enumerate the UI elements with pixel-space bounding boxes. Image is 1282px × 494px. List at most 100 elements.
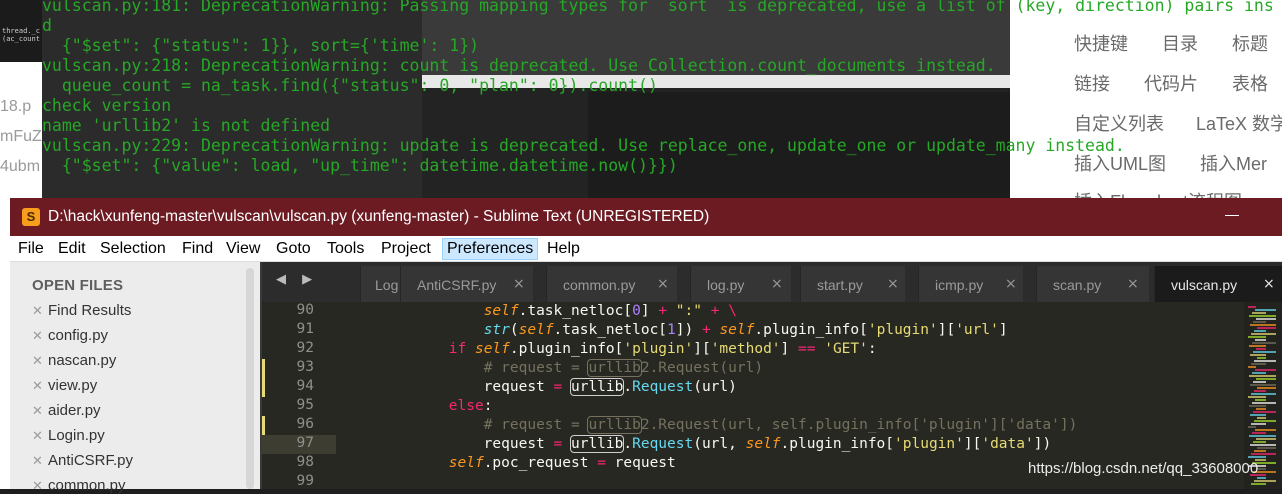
minimap-line bbox=[1248, 456, 1266, 458]
background-fragment: 18.p bbox=[0, 98, 32, 115]
minimap-line bbox=[1248, 426, 1256, 428]
menu-project[interactable]: Project bbox=[377, 239, 435, 259]
sublime-window: S D:\hack\xunfeng-master\vulscan\vulscan… bbox=[10, 198, 1282, 494]
minimap-line bbox=[1248, 306, 1256, 308]
console-line: d bbox=[42, 16, 52, 35]
close-icon[interactable]: ✕ bbox=[32, 303, 48, 319]
menu-selection[interactable]: Selection bbox=[96, 239, 170, 259]
background-fragment: mFuZ bbox=[0, 128, 42, 145]
menu-tools[interactable]: Tools bbox=[323, 239, 368, 259]
close-icon[interactable]: × bbox=[1005, 276, 1017, 292]
sidebar-file[interactable]: ✕ config.py bbox=[32, 327, 108, 344]
close-icon[interactable]: ✕ bbox=[32, 478, 48, 494]
minimap-line bbox=[1249, 405, 1266, 407]
menu-preferences[interactable]: Preferences bbox=[442, 238, 539, 260]
minimap-line bbox=[1251, 393, 1276, 395]
close-icon[interactable]: ✕ bbox=[32, 403, 48, 419]
menu-edit[interactable]: Edit bbox=[54, 239, 90, 259]
sidebar-file[interactable]: ✕ aider.py bbox=[32, 402, 101, 419]
sidebar-file[interactable]: ✕ view.py bbox=[32, 377, 97, 394]
tab-log-partial[interactable]: Log bbox=[360, 266, 401, 302]
line-number: 91 bbox=[296, 321, 314, 337]
minimap-line bbox=[1257, 327, 1276, 329]
tab-scan[interactable]: scan.py × bbox=[1036, 266, 1149, 302]
minimap-line bbox=[1251, 363, 1266, 365]
line-number: 99 bbox=[296, 473, 314, 489]
sidebar-file[interactable]: ✕ AntiCSRF.py bbox=[32, 452, 133, 469]
sidebar-file[interactable]: ✕ nascan.py bbox=[32, 352, 116, 369]
close-icon[interactable]: ✕ bbox=[32, 428, 48, 444]
window-title: D:\hack\xunfeng-master\vulscan\vulscan.p… bbox=[48, 208, 710, 225]
menu-file[interactable]: File bbox=[14, 239, 48, 259]
menu-find[interactable]: Find bbox=[178, 239, 217, 259]
close-icon[interactable]: × bbox=[1127, 276, 1139, 292]
minimap-line bbox=[1257, 387, 1276, 389]
console-line: name 'urllib2' is not defined bbox=[42, 116, 331, 135]
minimap-line bbox=[1250, 414, 1266, 416]
minimap-line bbox=[1256, 348, 1266, 350]
tab-vulscan[interactable]: vulscan.py × bbox=[1154, 266, 1282, 302]
sidebar-file[interactable]: ✕ Login.py bbox=[32, 427, 105, 444]
console-line: vulscan.py:229: DeprecationWarning: upda… bbox=[42, 136, 1125, 155]
close-icon[interactable]: × bbox=[513, 276, 525, 292]
minimap-line bbox=[1254, 480, 1276, 482]
console-line: {"$set": {"value": load, "up_time": date… bbox=[42, 156, 678, 175]
minimap-line bbox=[1251, 453, 1276, 455]
minimap-line bbox=[1254, 390, 1266, 392]
menu-bar: File Edit Selection Find View Goto Tools… bbox=[10, 236, 1282, 262]
menu-goto[interactable]: Goto bbox=[272, 239, 315, 259]
tab-start[interactable]: start.py × bbox=[800, 266, 905, 302]
modified-marker bbox=[262, 359, 265, 397]
line-number: 90 bbox=[296, 302, 314, 318]
console-line: vulscan.py:218: DeprecationWarning: coun… bbox=[42, 56, 996, 75]
menu-view[interactable]: View bbox=[222, 239, 264, 259]
minimap-line bbox=[1249, 315, 1276, 317]
line-number: 96 bbox=[296, 416, 314, 432]
minimap-line bbox=[1252, 372, 1266, 374]
close-icon[interactable]: ✕ bbox=[32, 378, 48, 394]
menu-help[interactable]: Help bbox=[543, 239, 584, 259]
minimap-line bbox=[1256, 438, 1276, 440]
minimap-line bbox=[1250, 444, 1276, 446]
line-number: 92 bbox=[296, 340, 314, 356]
sidebar-header: OPEN FILES bbox=[32, 277, 124, 294]
watermark: https://blog.csdn.net/qq_33608000 bbox=[1028, 460, 1259, 477]
code-line: else: bbox=[448, 398, 493, 414]
minimap-line bbox=[1248, 336, 1266, 338]
line-number: 98 bbox=[296, 454, 314, 470]
minimap-line bbox=[1257, 357, 1266, 359]
minimap-line bbox=[1249, 345, 1266, 347]
sidebar-file[interactable]: ✕ common.py bbox=[32, 477, 126, 494]
console-line: {"$set": {"status": 1}}, sort={'time': 1… bbox=[42, 36, 480, 55]
tab-anticsrf[interactable]: AntiCSRF.py × bbox=[400, 266, 533, 302]
code-line: str(self.task_netloc[1]) + self.plugin_i… bbox=[483, 322, 1008, 338]
close-icon[interactable]: ✕ bbox=[32, 453, 48, 469]
tab-nav-arrows-icon[interactable]: ◀ ▶ bbox=[276, 272, 318, 287]
minimap-line bbox=[1252, 312, 1266, 314]
minimap-line bbox=[1249, 435, 1276, 437]
title-bar[interactable]: S D:\hack\xunfeng-master\vulscan\vulscan… bbox=[10, 198, 1282, 236]
minimap-line bbox=[1253, 351, 1276, 353]
close-icon[interactable]: × bbox=[771, 276, 783, 292]
console-line: vulscan.py:181: DeprecationWarning: Pass… bbox=[42, 0, 1274, 15]
tab-common[interactable]: common.py × bbox=[546, 266, 677, 302]
background-thumb-text: thread._c (ac_count bbox=[2, 27, 40, 43]
minimap-line bbox=[1251, 483, 1266, 485]
close-icon[interactable]: × bbox=[1263, 276, 1275, 292]
line-gutter: 90 91 92 93 94 95 96 97 98 99 bbox=[262, 302, 336, 489]
close-icon[interactable]: × bbox=[887, 276, 899, 292]
minimize-icon[interactable] bbox=[1225, 215, 1239, 216]
tab-bar: ◀ ▶ Log AntiCSRF.py × common.py × log.py × … bbox=[262, 262, 1282, 302]
close-icon[interactable]: ✕ bbox=[32, 353, 48, 369]
tab-log[interactable]: log.py × bbox=[690, 266, 791, 302]
minimap-line bbox=[1254, 420, 1276, 422]
sidebar-file[interactable]: ✕ Find Results bbox=[32, 302, 131, 319]
minimap-line bbox=[1251, 423, 1266, 425]
tab-icmp[interactable]: icmp.py × bbox=[918, 266, 1023, 302]
console-output: vulscan.py:181: DeprecationWarning: Pass… bbox=[42, 0, 1282, 200]
line-number: 94 bbox=[296, 378, 314, 394]
minimap-line bbox=[1252, 432, 1266, 434]
sidebar-scrollbar[interactable] bbox=[246, 268, 254, 489]
close-icon[interactable]: ✕ bbox=[32, 328, 48, 344]
close-icon[interactable]: × bbox=[657, 276, 669, 292]
